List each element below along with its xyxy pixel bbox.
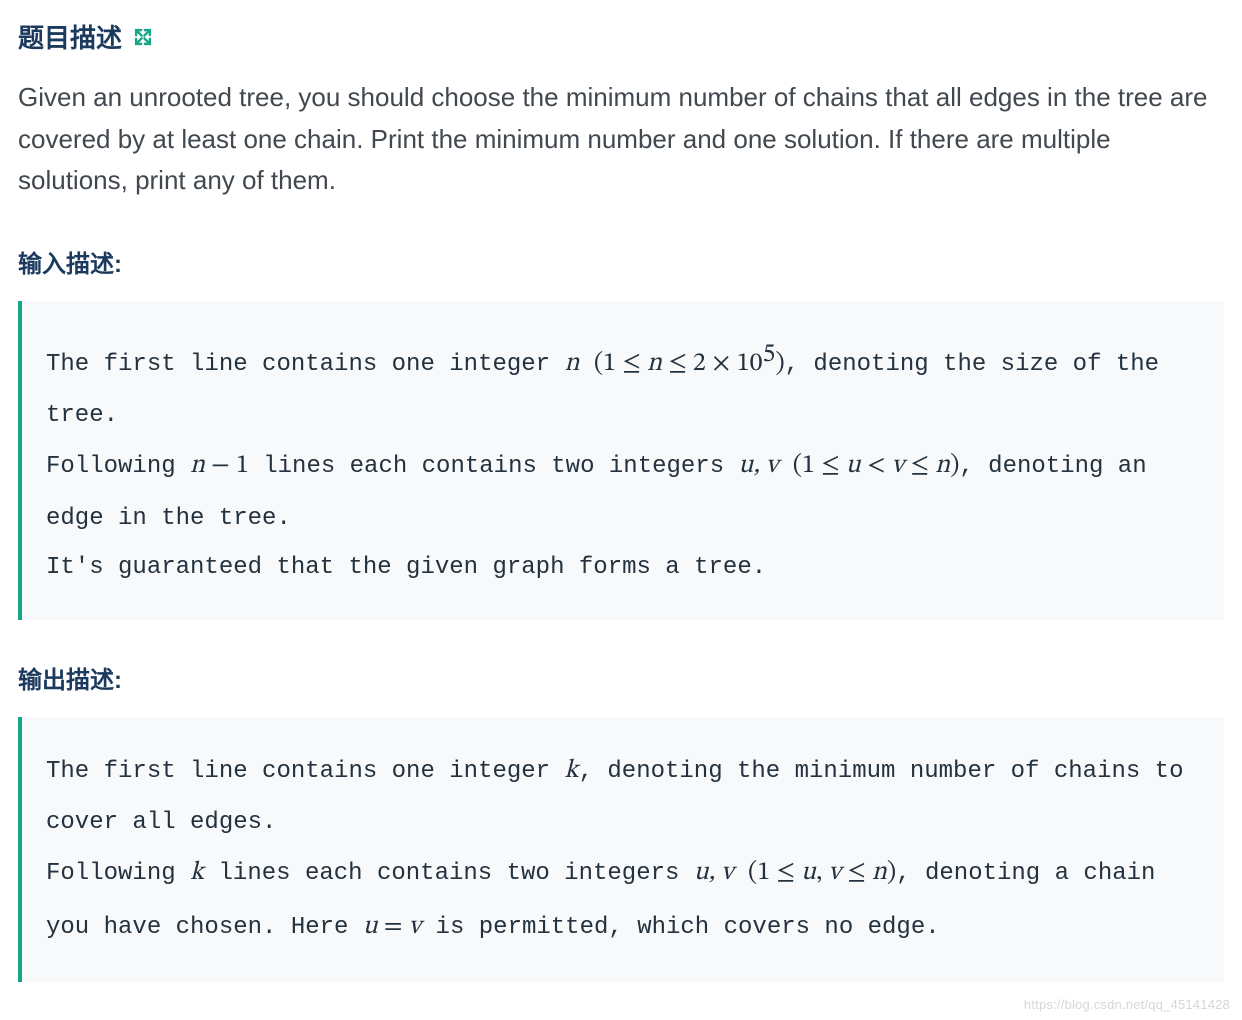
math-uv-range2-n: n [872, 860, 887, 886]
math-u-eq-v-v: v [409, 914, 422, 940]
input-line3: It's guaranteed that the given graph for… [46, 554, 766, 581]
math-uv-range2-le: ≤ [841, 860, 872, 886]
math-uv-range2-u: u [801, 860, 816, 886]
math-k-2: k [190, 860, 204, 886]
input-description-block: The first line contains one integer n (1… [18, 301, 1224, 620]
watermark: https://blog.csdn.net/qq_45141428 [1024, 997, 1230, 1012]
input-description-heading: 输入描述: [18, 244, 1224, 279]
input-line2-b: lines each contains two integers [249, 453, 739, 480]
math-k: k [564, 758, 578, 784]
math-uv-range1-v: v [892, 453, 905, 479]
expand-icon[interactable] [132, 26, 154, 48]
output-description-block: The first line contains one integer k, d… [18, 717, 1224, 982]
math-uv-1: u, v [739, 453, 779, 479]
math-uv-range1-le: ≤ [904, 453, 935, 479]
math-uv-range2-open: (1 ≤ [748, 860, 801, 886]
math-uv-2: u, v [694, 860, 734, 886]
math-uv-range2-v: v [828, 860, 841, 886]
math-n-range-mid: ≤ 2 × 10 [662, 351, 763, 377]
math-exp5: 5 [762, 342, 775, 368]
output-line2-b: lines each contains two integers [204, 860, 694, 887]
math-n-minus-1-b: − 1 [205, 453, 249, 479]
math-uv-range1-u: u [846, 453, 861, 479]
problem-description-heading: 题目描述 [18, 18, 1224, 55]
problem-description-title: 题目描述 [18, 18, 122, 55]
math-uv-range2-comma: , [816, 860, 828, 886]
math-uv-range2-close: ) [887, 860, 896, 886]
problem-description-body: Given an unrooted tree, you should choos… [18, 77, 1224, 202]
output-description-heading: 输出描述: [18, 660, 1224, 695]
math-uv-range1-n: n [935, 453, 950, 479]
output-line2-d: is permitted, which covers no edge. [421, 914, 939, 941]
output-line2-a: Following [46, 860, 190, 887]
math-n-range-var: n [647, 351, 662, 377]
math-uv-range1-lt: < [861, 453, 892, 479]
math-n-range-close: ) [775, 351, 784, 377]
math-n-range-open: (1 ≤ [594, 351, 647, 377]
math-u-eq-v-eq: = [378, 914, 409, 940]
input-line2-a: Following [46, 453, 190, 480]
math-uv-range1-open: (1 ≤ [793, 453, 846, 479]
math-u-eq-v-u: u [363, 914, 378, 940]
math-uv-range1-close: ) [950, 453, 959, 479]
math-n: n [564, 351, 579, 377]
output-line1-a: The first line contains one integer [46, 758, 564, 785]
math-n-minus-1-a: n [190, 453, 205, 479]
input-line1-a: The first line contains one integer [46, 351, 564, 378]
